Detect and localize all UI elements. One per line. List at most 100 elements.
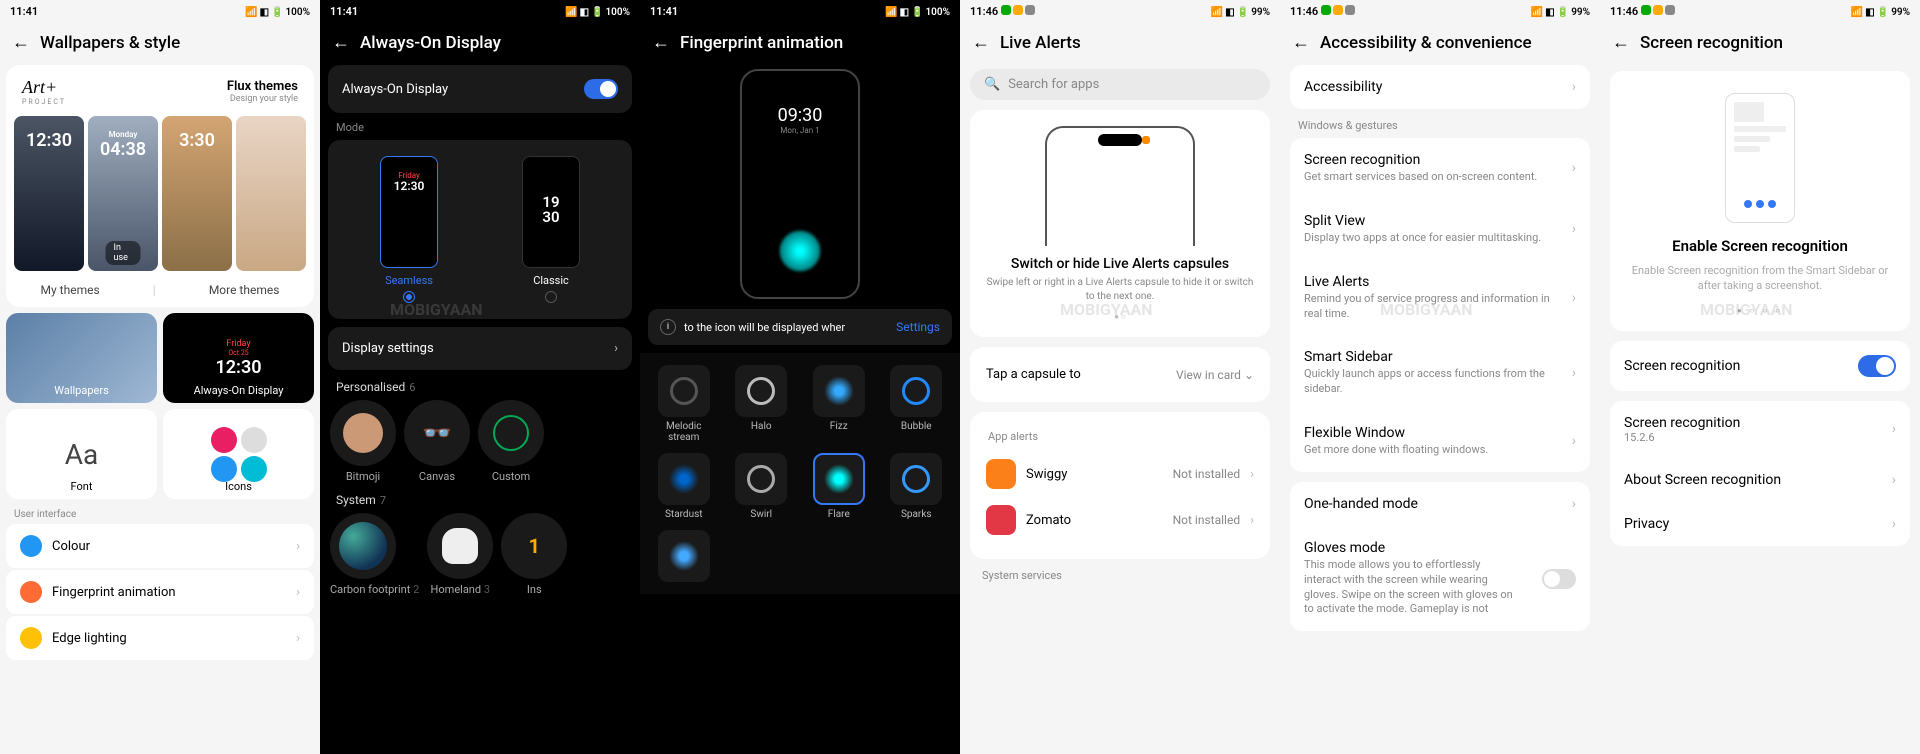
search-input[interactable]: 🔍 Search for apps [970,69,1270,100]
section-app-alerts: App alerts [988,430,1254,443]
row-screen-recognition-toggle[interactable]: Screen recognition [1610,341,1910,391]
row-fingerprint-animation[interactable]: Fingerprint animation› [6,570,314,614]
anim-bubble[interactable]: Bubble [883,365,951,443]
flux-sub: Design your style [227,94,298,104]
tile-font[interactable]: AaFont [6,409,157,499]
chevron-right-icon: › [296,585,300,600]
personalised-bitmoji[interactable]: Bitmoji [330,400,396,483]
mode-label: Mode [336,121,640,134]
back-icon[interactable]: ← [972,32,990,53]
anim-stardust[interactable]: Stardust [650,453,718,520]
mode-classic[interactable]: 19 30 Classic [522,156,580,303]
status-bar: 11:41 📶◧🔋100% [640,0,960,22]
screen-fingerprint-animation: 11:41 📶◧🔋100% ← Fingerprint animation 09… [640,0,960,754]
enable-sub: Enable Screen recognition from the Smart… [1624,263,1896,294]
anim-flare[interactable]: Flare [805,453,873,520]
back-icon[interactable]: ← [12,32,30,53]
radio-off[interactable] [545,291,557,303]
row-about[interactable]: About Screen recognition› [1610,458,1910,502]
toggle-on[interactable] [584,79,618,99]
radio-on[interactable] [403,291,415,303]
header: ← Wallpapers & style [0,22,320,65]
zomato-icon [986,505,1016,535]
theme-thumb[interactable]: 3:30 [162,116,232,271]
row-privacy[interactable]: Privacy› [1610,502,1910,546]
swiggy-icon [986,459,1016,489]
anim-more[interactable] [650,530,718,582]
mode-seamless[interactable]: Friday12:30 Seamless [380,156,438,303]
pager-dots[interactable]: ● ○ [986,312,1254,321]
system-ins[interactable]: 1Ins [501,513,567,596]
app-zomato[interactable]: ZomatoNot installed› [986,497,1254,543]
demo-title: Switch or hide Live Alerts capsules [986,256,1254,272]
screen-recognition: 11:46 📶◧🔋99% ← Screen recognition Enable… [1600,0,1920,754]
phone-preview: 09:30 Mon, Jan 1 [740,69,860,299]
section-system-services: System services [982,569,1280,582]
fingerprint-animation-preview [778,229,822,273]
enable-card: Enable Screen recognition Enable Screen … [1610,71,1910,331]
demo-card: Switch or hide Live Alerts capsules Swip… [970,110,1270,337]
row-split-view[interactable]: Split ViewDisplay two apps at once for e… [1290,199,1590,260]
toggle-off[interactable] [1542,569,1576,589]
screen-illustration [1725,93,1795,223]
aod-toggle-row[interactable]: Always-On Display [328,65,632,113]
page-title: Screen recognition [1640,33,1783,53]
chevron-right-icon: › [296,539,300,554]
settings-link[interactable]: Settings [896,320,940,334]
screen-wallpapers-style: 11:41 📶◧🔋100% ← Wallpapers & style Art+ … [0,0,320,754]
row-version[interactable]: Screen recognition15.2.6› [1610,401,1910,458]
row-live-alerts[interactable]: Live AlertsRemind you of service progres… [1290,260,1590,336]
app-swiggy[interactable]: SwiggyNot installed› [986,451,1254,497]
back-icon[interactable]: ← [1292,32,1310,53]
row-smart-sidebar[interactable]: Smart SidebarQuickly launch apps or acce… [1290,335,1590,411]
anim-fizz[interactable]: Fizz [805,365,873,443]
row-edge-lighting[interactable]: Edge lighting› [6,616,314,660]
personalised-canvas[interactable]: 👓Canvas [404,400,470,483]
screen-always-on-display: 11:41 📶◧🔋100% ← Always-On Display Always… [320,0,640,754]
animation-grid: Melodic stream Halo Fizz Bubble Stardust… [640,353,960,594]
row-colour[interactable]: Colour› [6,524,314,568]
theme-thumb[interactable]: 12:30 [14,116,84,271]
section-windows-gestures: Windows & gestures [1298,119,1600,132]
display-settings-row[interactable]: Display settings› [328,327,632,370]
row-gloves-mode[interactable]: Gloves modeThis mode allows you to effor… [1290,526,1590,631]
tab-my-themes[interactable]: My themes [41,283,100,297]
flux-themes-card[interactable]: Art+ PROJECT Flux themes Design your sty… [6,65,314,307]
page-title: Fingerprint animation [680,33,843,53]
back-icon[interactable]: ← [1612,32,1630,53]
personalised-custom[interactable]: Custom [478,400,544,483]
capsule-demo [1098,134,1142,146]
anim-swirl[interactable]: Swirl [728,453,796,520]
anim-melodic[interactable]: Melodic stream [650,365,718,443]
tap-capsule-row[interactable]: Tap a capsule to View in card ⌄ [986,363,1254,386]
search-icon: 🔍 [984,77,1000,92]
row-one-handed[interactable]: One-handed mode› [1290,482,1590,526]
toggle-on[interactable] [1858,355,1896,377]
theme-thumb[interactable]: Monday04:38In use [88,116,158,271]
page-title: Accessibility & convenience [1320,33,1532,53]
anim-halo[interactable]: Halo [728,365,796,443]
tab-more-themes[interactable]: More themes [209,283,280,297]
section-system: System7 [336,493,640,507]
chevron-right-icon: › [296,631,300,646]
row-screen-recognition[interactable]: Screen recognitionGet smart services bas… [1290,138,1590,199]
tile-aod[interactable]: Friday Oct 25 12:30 Always-On Display [163,313,314,403]
in-use-badge: In use [106,241,141,265]
row-flexible-window[interactable]: Flexible WindowGet more done with floati… [1290,411,1590,472]
row-accessibility[interactable]: Accessibility› [1290,65,1590,109]
tile-icons[interactable]: Icons [163,409,314,499]
back-icon[interactable]: ← [332,32,350,53]
mode-card: Friday12:30 Seamless 19 30 Classic [328,140,632,319]
pager-dots[interactable]: ● ○ ○ ○ [1624,306,1896,315]
system-carbon[interactable]: Carbon footprint 2 [330,513,419,596]
status-time: 11:41 [10,5,38,18]
back-icon[interactable]: ← [652,32,670,53]
theme-thumb[interactable] [236,116,306,271]
tile-wallpapers[interactable]: Wallpapers [6,313,157,403]
status-bar: 11:41 📶◧🔋100% [320,0,640,22]
system-homeland[interactable]: Homeland 3 [427,513,493,596]
anim-sparks[interactable]: Sparks [883,453,951,520]
status-bar: 11:46 📶◧🔋99% [960,0,1280,22]
flux-title: Flux themes [227,79,298,94]
colour-icon [20,535,42,557]
